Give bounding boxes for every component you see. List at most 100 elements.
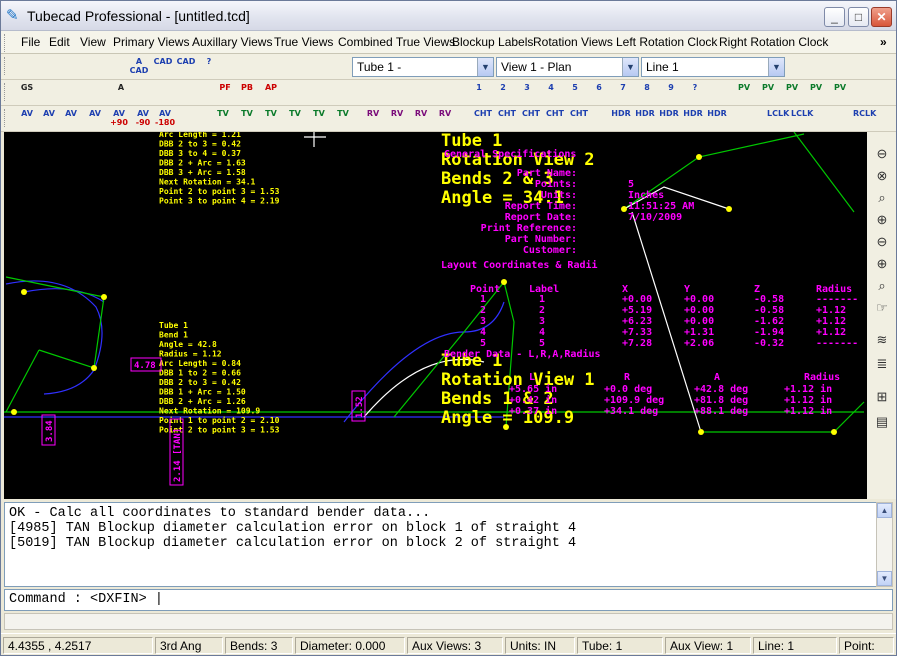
tool-icon-28[interactable]: ? <box>685 83 705 103</box>
zoom-window-icon[interactable]: ⌕ <box>872 188 892 208</box>
view-tool-tv-9[interactable]: TV <box>237 109 257 129</box>
menu-grip[interactable] <box>4 34 7 52</box>
view-tool-tv-13[interactable]: TV <box>333 109 353 129</box>
chevron-down-icon[interactable]: ▼ <box>768 58 784 76</box>
menu-right-rotation-clock[interactable]: Right Rotation Clock <box>719 35 828 49</box>
view-tool-av-7[interactable]: AV -180 <box>155 109 175 129</box>
cad-a-icon[interactable]: A CAD <box>129 57 149 77</box>
view-tool-lclk-28[interactable]: LCLK <box>767 109 789 129</box>
view-tool-hdr-24[interactable]: HDR <box>635 109 655 129</box>
view-tool-hdr-26[interactable]: HDR <box>683 109 703 129</box>
view-tool-hdr-23[interactable]: HDR <box>611 109 631 129</box>
zoom-page-icon[interactable] <box>215 57 235 77</box>
view-tool-av-6[interactable]: AV -90 <box>133 109 153 129</box>
view-tool-tv-12[interactable]: TV <box>309 109 329 129</box>
menu-edit[interactable]: Edit <box>49 35 70 49</box>
tool-icon-13[interactable] <box>311 83 331 103</box>
view-tool-av-4[interactable]: AV <box>85 109 105 129</box>
drawing-svg[interactable]: Arc Length = 1.21DBB 2 to 3 = 0.42DBB 3 … <box>4 132 867 499</box>
view-tool-tv-8[interactable]: TV <box>213 109 233 129</box>
view-tool-av-5[interactable]: AV +90 <box>109 109 129 129</box>
tool-icon-18[interactable] <box>437 83 457 103</box>
menu-file[interactable]: File <box>21 35 40 49</box>
tool-icon-1[interactable]: GS <box>17 83 37 103</box>
tool-icon-17[interactable] <box>411 83 431 103</box>
view-tool-lclk-29[interactable]: LCLK <box>791 109 813 129</box>
tool-icon-20[interactable]: 2 <box>493 83 513 103</box>
horizontal-scrollbar[interactable] <box>4 613 893 630</box>
layer-display-icon[interactable]: ≣ <box>872 354 892 374</box>
drawing-canvas[interactable]: Arc Length = 1.21 DBB 2 to 3 = 0.42 DBB 3 … <box>4 132 867 499</box>
tool-icon-31[interactable]: PV <box>782 83 802 103</box>
tool-icon-6[interactable] <box>133 83 153 103</box>
view-tool-rv-15[interactable]: RV <box>387 109 407 129</box>
pan-icon[interactable]: ☞ <box>872 298 892 318</box>
tool-icon-16[interactable] <box>387 83 407 103</box>
view-select[interactable]: View 1 - Plan ▼ <box>496 57 639 77</box>
tool-icon-3[interactable] <box>63 83 83 103</box>
output-log[interactable]: OK - Calc all coordinates to standard be… <box>4 502 877 587</box>
toolbar-grip[interactable] <box>4 83 7 101</box>
save-icon[interactable] <box>83 57 103 77</box>
view-tool-av-2[interactable]: AV <box>39 109 59 129</box>
zoom-realtime-icon[interactable]: ⌕ <box>872 276 892 296</box>
title-bar[interactable]: ✎ Tubecad Professional - [untitled.tcd] … <box>1 1 896 31</box>
close-button[interactable]: ✕ <box>871 7 892 27</box>
menu-left-rotation-clock[interactable]: Left Rotation Clock <box>616 35 717 49</box>
tool-icon-4[interactable] <box>87 83 107 103</box>
menu-combined-true-views[interactable]: Combined True Views <box>338 35 455 49</box>
tool-icon-32[interactable]: PV <box>806 83 826 103</box>
menu-overflow-chevron[interactable]: » <box>880 35 887 49</box>
menu-rotation-views[interactable]: Rotation Views <box>533 35 613 49</box>
view-tool-rv-17[interactable]: RV <box>435 109 455 129</box>
tool-icon-14[interactable] <box>339 83 359 103</box>
view-tool-tv-10[interactable]: TV <box>261 109 281 129</box>
tool-icon-22[interactable]: 4 <box>541 83 561 103</box>
tool-icon-9[interactable]: PF <box>215 83 235 103</box>
tool-icon-25[interactable]: 7 <box>613 83 633 103</box>
view-tool-hdr-27[interactable]: HDR <box>707 109 727 129</box>
view-tool-cht-22[interactable]: CHT <box>569 109 589 129</box>
scroll-up-icon[interactable]: ▲ <box>877 503 892 518</box>
scroll-down-icon[interactable]: ▼ <box>877 571 892 586</box>
tool-icon-23[interactable]: 5 <box>565 83 585 103</box>
tool-icon-10[interactable]: PB <box>237 83 257 103</box>
tool-icon-7[interactable] <box>169 83 189 103</box>
tubecad-app-icon[interactable]: ✎ <box>6 8 22 24</box>
tool-icon-29[interactable]: PV <box>734 83 754 103</box>
command-line[interactable]: Command : <DXFIN> | <box>4 589 893 611</box>
menu-blockup-labels[interactable]: Blockup Labels <box>452 35 533 49</box>
toolbar-grip[interactable] <box>4 109 7 127</box>
line-select[interactable]: Line 1 ▼ <box>641 57 785 77</box>
zoom-page-6-icon[interactable] <box>327 57 347 77</box>
tool-icon-12[interactable] <box>285 83 305 103</box>
view-tool-cht-21[interactable]: CHT <box>545 109 565 129</box>
tool-icon-26[interactable]: 8 <box>637 83 657 103</box>
output-scrollbar[interactable]: ▲ ▼ <box>876 502 893 587</box>
tool-icon-19[interactable]: 1 <box>469 83 489 103</box>
zoom-page-2-icon[interactable] <box>239 57 259 77</box>
tool-icon-11[interactable]: AP <box>261 83 281 103</box>
view-tool-rclk-30[interactable]: RCLK <box>853 109 876 129</box>
scale-icon[interactable]: ▤ <box>872 412 892 432</box>
menu-primary-views[interactable]: Primary Views <box>113 35 189 49</box>
view-tool-tv-11[interactable]: TV <box>285 109 305 129</box>
print-icon[interactable] <box>107 57 127 77</box>
tool-icon-24[interactable]: 6 <box>589 83 609 103</box>
tool-icon-30[interactable]: PV <box>758 83 778 103</box>
view-tool-rv-16[interactable]: RV <box>411 109 431 129</box>
zoom-extents-icon[interactable]: ⊗ <box>872 166 892 186</box>
view-tool-cht-18[interactable]: CHT <box>473 109 493 129</box>
markers-icon[interactable]: ⊞ <box>872 387 892 407</box>
view-tool-hdr-25[interactable]: HDR <box>659 109 679 129</box>
zoom-out-icon[interactable]: ⊖ <box>872 232 892 252</box>
view-tool-av-1[interactable]: AV <box>17 109 37 129</box>
maximize-button[interactable]: □ <box>848 7 869 27</box>
chevron-down-icon[interactable]: ▼ <box>477 58 493 76</box>
view-tool-cht-19[interactable]: CHT <box>497 109 517 129</box>
tube-display-icon[interactable]: ≋ <box>872 330 892 350</box>
chevron-down-icon[interactable]: ▼ <box>622 58 638 76</box>
view-tool-cht-20[interactable]: CHT <box>521 109 541 129</box>
new-file-icon[interactable] <box>13 57 33 77</box>
view-tool-av-3[interactable]: AV <box>61 109 81 129</box>
